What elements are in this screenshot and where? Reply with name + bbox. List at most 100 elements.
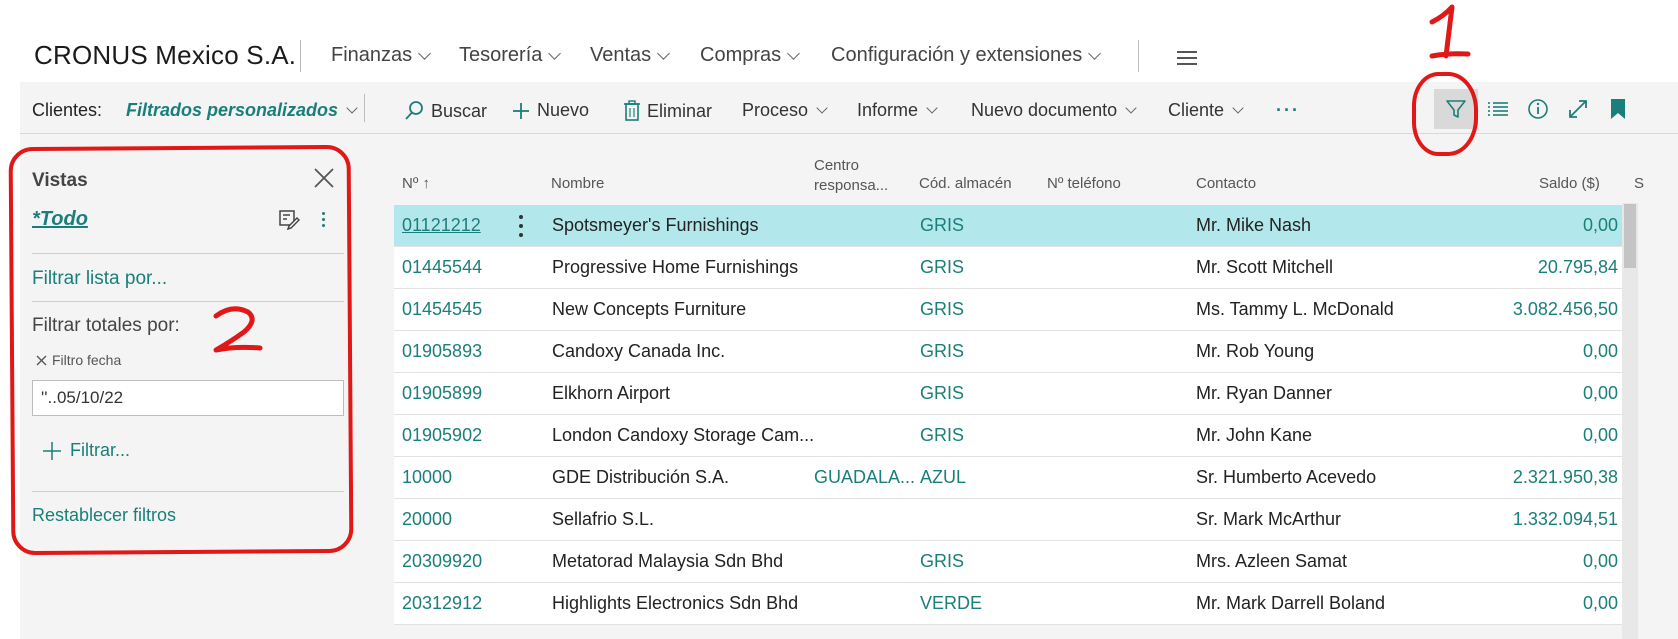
cell-warehouse[interactable]: GRIS <box>920 425 964 446</box>
table-row[interactable]: 01905893 Candoxy Canada Inc. GRIS Mr. Rob Y… <box>394 331 1622 373</box>
process-menu[interactable]: Proceso <box>742 100 828 121</box>
cell-customer-no[interactable]: 01905893 <box>402 341 482 362</box>
add-filter-button[interactable]: Filtrar... <box>42 440 130 461</box>
cell-customer-no[interactable]: 10000 <box>402 467 452 488</box>
cell-name: Progressive Home Furnishings <box>552 257 799 277</box>
close-pane-button[interactable] <box>312 166 336 190</box>
delete-button[interactable]: Eliminar <box>623 100 712 122</box>
chevron-down-icon <box>1088 46 1102 60</box>
view-selector-label: Filtrados personalizados <box>126 100 339 120</box>
nav-compras[interactable]: Compras <box>700 44 801 67</box>
cell-contact: Mr. John Kane <box>1196 425 1313 445</box>
table-row[interactable]: 01454545 New Concepts Furniture GRIS Ms. Ta… <box>394 289 1622 331</box>
view-selector[interactable]: Filtrados personalizados <box>126 100 358 121</box>
table-row[interactable]: 10000 GDE Distribución S.A. GUADALA... AZUL… <box>394 457 1622 499</box>
filter-list-link[interactable]: Filtrar lista por... <box>32 268 167 290</box>
cell-customer-no[interactable]: 20000 <box>402 509 452 530</box>
table-row[interactable]: 20000 Sellafrio S.L. Sr. Mark McArthur 1.33… <box>394 499 1622 541</box>
column-header-extra[interactable]: S <box>1634 175 1644 192</box>
date-filter-input[interactable] <box>32 380 344 416</box>
scrollbar-thumb[interactable] <box>1624 204 1636 268</box>
table-scrollbar[interactable] <box>1622 203 1638 639</box>
cell-contact: Sr. Mark McArthur <box>1196 509 1342 529</box>
table-row[interactable]: 20309920 Metatorad Malaysia Sdn Bhd GRIS Mr… <box>394 541 1622 583</box>
customer-menu[interactable]: Cliente <box>1168 100 1244 121</box>
cell-customer-no[interactable]: 01454545 <box>402 299 482 320</box>
cell-warehouse[interactable]: GRIS <box>920 551 964 572</box>
filter-icon <box>1446 100 1466 118</box>
add-filter-label: Filtrar... <box>70 440 131 460</box>
new-button[interactable]: Nuevo <box>511 100 589 121</box>
pane-title: Vistas <box>32 170 88 191</box>
edit-save-icon <box>279 210 301 231</box>
cell-balance[interactable]: 0,00 <box>1458 425 1618 446</box>
cell-warehouse[interactable]: VERDE <box>920 593 982 614</box>
cell-balance[interactable]: 0,00 <box>1458 383 1618 404</box>
search-button[interactable]: Buscar <box>403 100 487 122</box>
cell-contact: Mr. Mike Nash <box>1196 215 1312 235</box>
new-document-menu[interactable]: Nuevo documento <box>971 100 1137 121</box>
cell-balance[interactable]: 0,00 <box>1458 551 1618 572</box>
cell-contact: Ms. Tammy L. McDonald <box>1196 299 1394 319</box>
cell-balance[interactable]: 1.332.094,51 <box>1458 509 1618 530</box>
chevron-down-icon <box>1125 102 1137 114</box>
list-icon <box>1488 102 1508 116</box>
column-header-label: responsa... <box>814 177 889 194</box>
report-menu[interactable]: Informe <box>857 100 938 121</box>
column-header-contact[interactable]: Contacto <box>1196 175 1256 192</box>
cell-warehouse[interactable]: GRIS <box>920 383 964 404</box>
cell-balance[interactable]: 0,00 <box>1458 341 1618 362</box>
list-view-button[interactable] <box>1482 93 1514 125</box>
cell-balance[interactable]: 3.082.456,50 <box>1458 299 1618 320</box>
cell-customer-no[interactable]: 01121212 <box>402 215 481 236</box>
column-header-balance[interactable]: Saldo ($) <box>1539 175 1600 192</box>
cell-contact: Mr. Scott Mitchell <box>1196 257 1334 277</box>
column-header-name[interactable]: Nombre <box>551 175 604 192</box>
nav-ventas[interactable]: Ventas <box>590 44 671 67</box>
cell-warehouse[interactable]: GRIS <box>920 341 964 362</box>
cell-customer-no[interactable]: 01905902 <box>402 425 482 446</box>
bookmark-button[interactable] <box>1602 93 1634 125</box>
cell-warehouse[interactable]: GRIS <box>920 299 964 320</box>
view-options-button[interactable] <box>322 212 325 227</box>
cell-warehouse[interactable]: GRIS <box>920 257 964 278</box>
column-header-warehouse[interactable]: Cód. almacén <box>919 175 1012 192</box>
view-todo[interactable]: *Todo <box>32 208 88 231</box>
cell-customer-no[interactable]: 01445544 <box>402 257 482 278</box>
table-row[interactable]: 01905902 London Candoxy Storage Cam... GRI… <box>394 415 1622 457</box>
cell-customer-no[interactable]: 20309920 <box>402 551 482 572</box>
table-row[interactable]: 01905899 Elkhorn Airport GRIS Mr. Ryan Dann… <box>394 373 1622 415</box>
cell-warehouse[interactable]: AZUL <box>920 467 966 488</box>
company-name[interactable]: CRONUS Mexico S.A. <box>34 40 296 71</box>
column-header-phone[interactable]: Nº teléfono <box>1047 175 1121 192</box>
hamburger-menu-icon[interactable] <box>1177 51 1197 65</box>
reset-filters-link[interactable]: Restablecer filtros <box>32 505 176 526</box>
row-menu-icon[interactable] <box>518 215 524 237</box>
nav-tesoreria[interactable]: Tesorería <box>459 44 562 67</box>
column-header-no[interactable]: Nº ↑ <box>402 175 430 192</box>
column-header-center[interactable]: Centro responsa... <box>814 156 888 196</box>
cell-balance[interactable]: 0,00 <box>1458 215 1618 236</box>
table-row[interactable]: 20312912 Highlights Electronics Sdn Bhd VE… <box>394 583 1622 625</box>
expand-button[interactable] <box>1562 93 1594 125</box>
cell-balance[interactable]: 20.795,84 <box>1458 257 1618 278</box>
cell-center[interactable]: GUADALA... <box>814 467 915 488</box>
cell-warehouse[interactable]: GRIS <box>920 215 964 236</box>
nav-configuracion[interactable]: Configuración y extensiones <box>831 44 1102 67</box>
cell-balance[interactable]: 2.321.950,38 <box>1458 467 1618 488</box>
filter-totals-label: Filtrar totales por: <box>32 315 180 336</box>
info-button[interactable] <box>1522 93 1554 125</box>
cell-customer-no[interactable]: 01905899 <box>402 383 482 404</box>
filter-pane-toggle[interactable] <box>1434 89 1478 129</box>
table-row[interactable]: 01445544 Progressive Home Furnishings GRIS… <box>394 247 1622 289</box>
date-filter-chip[interactable]: Filtro fecha <box>36 352 121 368</box>
nav-finanzas[interactable]: Finanzas <box>331 44 432 67</box>
more-actions-button[interactable]: ··· <box>1276 100 1300 121</box>
actionbar-divider <box>364 94 365 122</box>
save-view-button[interactable] <box>278 208 301 235</box>
page-label: Clientes: <box>32 100 103 120</box>
pane-divider <box>32 491 344 492</box>
cell-customer-no[interactable]: 20312912 <box>402 593 482 614</box>
table-row[interactable]: 01121212 Spotsmeyer's Furnishings GRIS Mr. … <box>394 205 1622 247</box>
cell-balance[interactable]: 0,00 <box>1458 593 1618 614</box>
